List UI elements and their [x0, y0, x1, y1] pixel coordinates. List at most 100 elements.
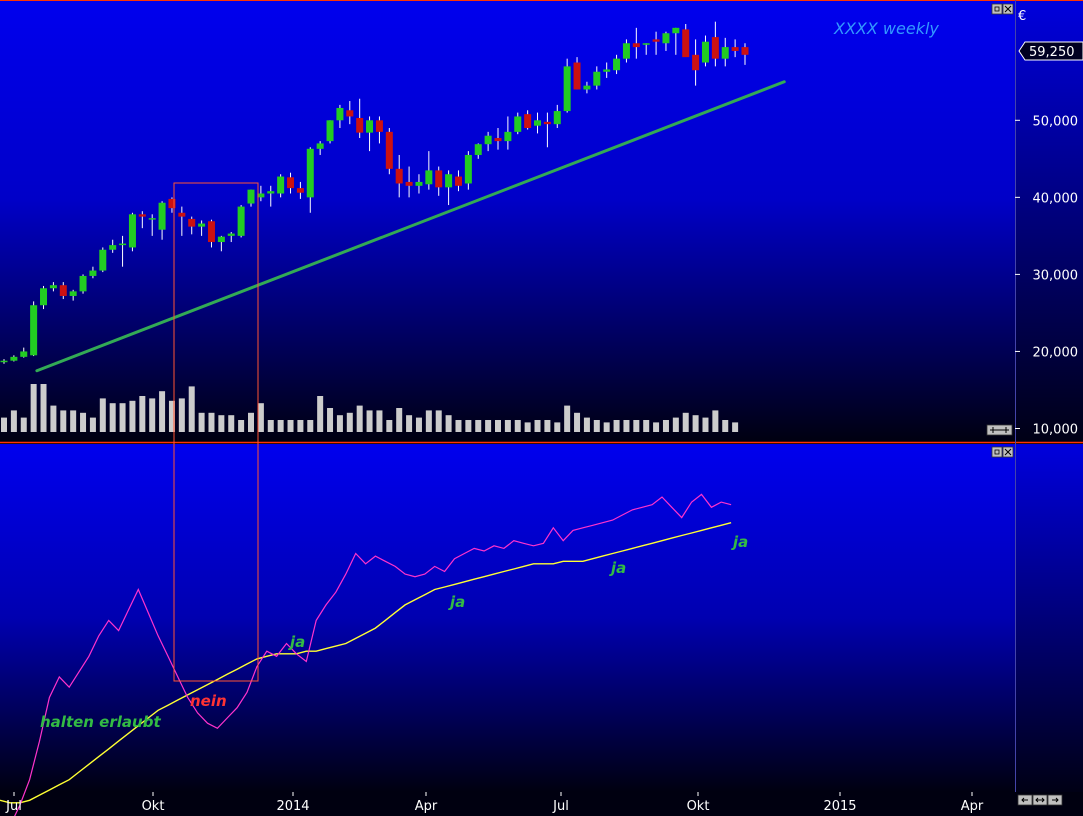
candle-body — [445, 174, 453, 188]
volume-bar — [613, 420, 620, 432]
candle-body — [306, 148, 314, 198]
candle-body — [217, 236, 225, 243]
candle-body — [0, 360, 8, 363]
volume-bar — [346, 412, 353, 432]
currency-symbol: € — [1018, 9, 1026, 24]
volume-bar — [406, 415, 413, 432]
volume-bar — [455, 420, 462, 432]
x-tick-label: Apr — [961, 799, 984, 814]
candle-body — [642, 43, 650, 45]
volume-bar — [159, 391, 166, 432]
volume-bar — [653, 422, 660, 432]
candle-body — [267, 191, 275, 194]
volume-bar — [544, 420, 551, 432]
x-tick-label: Apr — [415, 799, 438, 814]
candle-body — [188, 218, 196, 227]
x-tick-label: Jul — [5, 799, 22, 814]
candle-body — [346, 110, 354, 117]
candle-body — [682, 29, 690, 58]
y-tick-label: 50,000 — [1033, 114, 1079, 129]
annotation-ja-1: ja — [288, 633, 305, 651]
candle-body — [405, 181, 413, 186]
volume-bar — [139, 396, 146, 432]
candle-body — [583, 85, 591, 90]
volume-bar — [248, 412, 254, 432]
volume-bar — [574, 412, 581, 432]
candle-body — [652, 39, 660, 42]
candle-body — [553, 111, 561, 125]
candle-body — [484, 135, 492, 145]
candle-body — [425, 170, 433, 185]
restore-icon[interactable] — [991, 3, 1003, 15]
volume-bar — [524, 422, 531, 432]
volume-bar — [583, 417, 590, 432]
last-price-marker: 59,250 — [1018, 41, 1083, 61]
x-tick-label: 2015 — [823, 799, 856, 814]
candle-body — [514, 116, 522, 132]
volume-bar — [30, 384, 37, 432]
volume-bar — [198, 412, 205, 432]
volume-bar — [623, 420, 630, 432]
volume-bar — [129, 400, 136, 432]
volume-scale-toggle[interactable] — [986, 424, 1013, 436]
candle-body — [128, 214, 136, 248]
candle-body — [287, 177, 295, 189]
volume-bar — [267, 420, 274, 432]
candle-body — [385, 131, 393, 169]
volume-bar — [297, 420, 304, 432]
candle-body — [109, 245, 117, 250]
volume-bar — [682, 412, 689, 432]
volume-bar — [672, 417, 679, 432]
time-scroll-buttons[interactable] — [1017, 794, 1063, 806]
volume-bar — [702, 417, 709, 432]
candle-body — [138, 214, 146, 217]
y-tick-label: 40,000 — [1033, 191, 1079, 206]
candle-body — [99, 249, 107, 271]
volume-bar — [564, 405, 571, 432]
candle-body — [494, 138, 502, 142]
volume-bar — [238, 420, 245, 432]
annotation-nein: nein — [190, 692, 227, 710]
candle-body — [79, 275, 87, 292]
candle-body — [435, 170, 443, 188]
candle-body — [741, 47, 749, 55]
indicator-axis-panel — [1015, 444, 1083, 792]
volume-bar — [435, 410, 442, 432]
restore-icon[interactable] — [991, 446, 1003, 458]
volume-bar — [633, 420, 640, 432]
candle-body — [613, 58, 621, 71]
chart-title: XXXX weekly — [833, 19, 939, 38]
y-tick-label: 30,000 — [1033, 268, 1079, 283]
volume-bar — [692, 415, 699, 432]
candle-body — [296, 188, 304, 193]
volume-bar — [40, 384, 47, 432]
volume-bar — [287, 420, 294, 432]
candle-body — [198, 223, 206, 227]
x-tick-label: 2014 — [276, 799, 309, 814]
volume-bar — [485, 420, 492, 432]
volume-bar — [109, 403, 116, 432]
volume-bar — [149, 398, 156, 432]
volume-bar — [643, 420, 650, 432]
volume-bar — [99, 398, 106, 432]
candle-body — [119, 243, 127, 246]
candle-body — [59, 285, 67, 296]
candle-body — [30, 305, 38, 356]
candle-body — [721, 47, 729, 59]
candle-body — [672, 27, 680, 34]
annotation-ja-4: ja — [731, 533, 748, 551]
volume-bar — [218, 415, 225, 432]
volume-bar — [60, 410, 67, 432]
volume-bar — [495, 420, 501, 432]
volume-bar — [415, 417, 422, 432]
volume-bar — [188, 386, 195, 432]
candle-body — [454, 176, 462, 186]
candle-body — [49, 285, 57, 289]
volume-bar — [317, 396, 324, 432]
candle-body — [247, 189, 255, 204]
candle-body — [474, 144, 482, 155]
volume-bar — [445, 415, 452, 432]
volume-bar — [376, 410, 383, 432]
candle-body — [356, 117, 364, 133]
volume-bar — [504, 420, 511, 432]
